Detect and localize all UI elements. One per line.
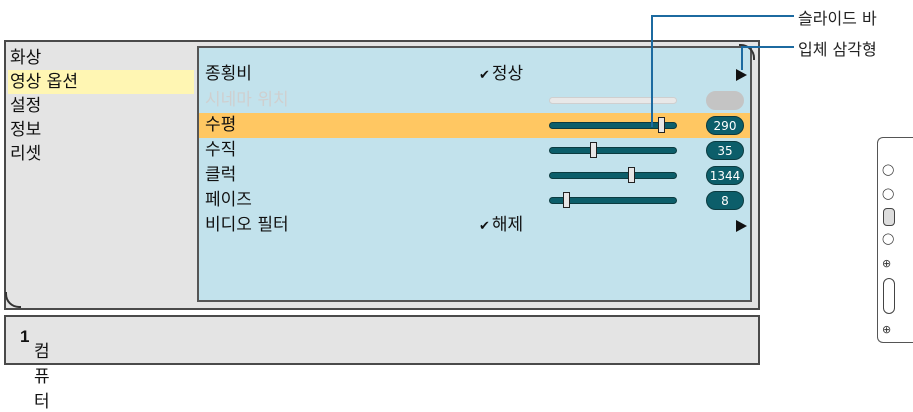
nav-item-info[interactable]: 정보 [8, 118, 194, 142]
callout-line [741, 46, 743, 70]
option-row-horizontal[interactable]: 수평 290 [199, 113, 750, 138]
source-label: 컴퓨터 1 [20, 327, 50, 412]
remote-button-icon [883, 208, 895, 226]
remote-button-icon: ◯ [882, 187, 895, 200]
nav-label: 정보 [10, 120, 42, 140]
option-row-phase[interactable]: 페이즈 8 [199, 188, 750, 213]
nav-item-reset[interactable]: 리셋 [8, 142, 194, 166]
right-triangle-icon[interactable] [736, 69, 747, 81]
option-value: ✔ 해제 [479, 213, 523, 239]
right-triangle-icon[interactable] [736, 220, 747, 232]
cinema-position-slider [549, 95, 677, 106]
phase-slider[interactable] [549, 192, 677, 208]
source-number: 1 [20, 327, 30, 346]
value-pill: 8 [706, 191, 744, 210]
clock-slider[interactable] [549, 167, 677, 183]
slider-track [549, 147, 677, 154]
option-value-text: 정상 [491, 64, 524, 84]
nav-item-image-options[interactable]: 영상 옵션 [8, 70, 194, 94]
nav-label: 설정 [10, 96, 42, 116]
remote-control-illustration: ◯ ◯ ◯ ⊕ ⊕ [877, 137, 913, 343]
value-pill [706, 91, 744, 110]
callout-line [741, 46, 794, 48]
option-row-video-filter[interactable]: 비디오 필터 ✔ 해제 [199, 213, 750, 238]
option-label: 수평 [205, 115, 237, 135]
option-row-clock[interactable]: 클럭 1344 [199, 163, 750, 188]
horizontal-slider[interactable] [549, 117, 677, 133]
options-panel: 종횡비 ✔ 정상 시네마 위치 수평 290 수직 35 클럭 1344 페이즈… [197, 46, 752, 302]
source-name: 컴퓨터 [34, 342, 50, 412]
option-value-text: 해제 [491, 215, 524, 235]
slider-track [549, 97, 677, 104]
option-label: 클럭 [205, 165, 237, 185]
checkmark-icon: ✔ [479, 68, 490, 83]
option-label: 페이즈 [205, 190, 252, 210]
remote-button-icon: ◯ [882, 163, 895, 176]
checkmark-icon: ✔ [479, 219, 490, 234]
remote-button-icon: ◯ [882, 232, 895, 245]
option-label: 종횡비 [205, 64, 252, 84]
remote-button-icon: ⊕ [882, 323, 892, 336]
callout-slider-bar: 슬라이드 바 [798, 9, 877, 28]
nav-item-setup[interactable]: 설정 [8, 94, 194, 118]
option-row-vertical[interactable]: 수직 35 [199, 138, 750, 163]
nav-label: 리셋 [10, 144, 42, 164]
remote-button-icon: ⊕ [882, 257, 892, 270]
slider-thumb[interactable] [562, 192, 570, 208]
value-pill: 290 [706, 116, 744, 135]
source-bar: 컴퓨터 1 [4, 315, 760, 412]
value-pill: 35 [706, 141, 744, 160]
slider-thumb[interactable] [657, 117, 665, 133]
option-value: ✔ 정상 [479, 62, 523, 88]
slider-thumb[interactable] [628, 167, 636, 183]
vertical-slider[interactable] [549, 142, 677, 158]
option-label: 수직 [205, 140, 237, 160]
option-row-aspect-ratio[interactable]: 종횡비 ✔ 정상 [199, 62, 750, 87]
value-pill: 1344 [706, 166, 744, 185]
nav-label: 화상 [10, 48, 42, 68]
callout-line [651, 15, 653, 127]
left-nav: 화상 영상 옵션 설정 정보 리셋 [8, 46, 194, 166]
option-label: 시네마 위치 [205, 90, 289, 110]
callout-line [651, 15, 794, 17]
option-label: 비디오 필터 [205, 215, 289, 235]
slider-thumb[interactable] [589, 142, 597, 158]
remote-button-icon [883, 278, 895, 314]
option-row-cinema-position: 시네마 위치 [199, 88, 750, 113]
nav-label: 영상 옵션 [10, 72, 78, 92]
slider-track [549, 172, 677, 179]
callout-solid-triangle: 입체 삼각형 [798, 40, 877, 59]
nav-item-picture[interactable]: 화상 [8, 46, 194, 70]
